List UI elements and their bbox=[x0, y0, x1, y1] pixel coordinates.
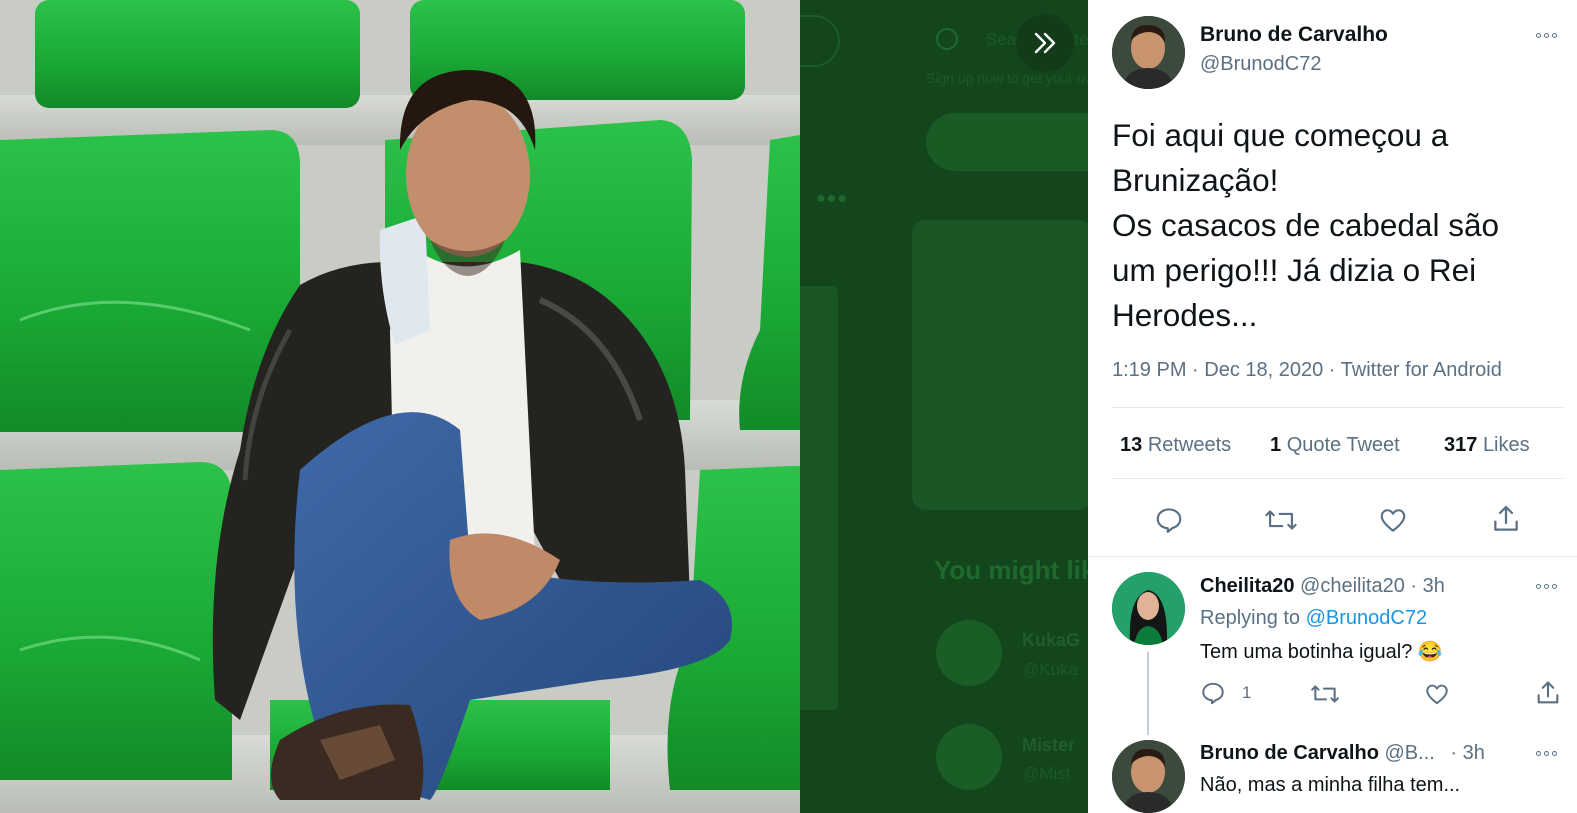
background-search-icon bbox=[936, 28, 958, 50]
tweet-text-line: Brunização! bbox=[1112, 162, 1279, 198]
retweet-icon bbox=[1265, 510, 1297, 530]
avatar[interactable] bbox=[1112, 740, 1185, 813]
share-button[interactable] bbox=[1534, 679, 1562, 707]
background-suggestion-avatar bbox=[936, 724, 1002, 790]
reply-icon bbox=[1202, 682, 1224, 705]
reply-author-handle[interactable]: @B... bbox=[1384, 742, 1434, 764]
reply-time[interactable]: · 3h bbox=[1450, 742, 1484, 764]
tweet-text: Foi aqui que começou a Brunização! Os ca… bbox=[1112, 113, 1562, 338]
author-handle[interactable]: @BrunodC72 bbox=[1200, 53, 1321, 76]
tweet-photo[interactable] bbox=[0, 0, 800, 813]
reply-text: Não, mas a minha filha tem... bbox=[1200, 774, 1461, 796]
reply-author-handle[interactable]: @cheilita20 bbox=[1300, 575, 1405, 597]
tweet-meta[interactable]: 1:19 PM · Dec 18, 2020 · Twitter for And… bbox=[1112, 359, 1502, 382]
tweet-text-line: Foi aqui que começou a bbox=[1112, 117, 1449, 153]
background-dots-icon: ●●● bbox=[816, 190, 848, 207]
retweets-count: 13 bbox=[1120, 434, 1143, 456]
thread-line bbox=[1147, 652, 1149, 735]
reply-header: Bruno de Carvalho @B... · 3h bbox=[1200, 742, 1485, 765]
divider bbox=[1112, 478, 1563, 479]
replying-to-prefix: Replying to bbox=[1200, 607, 1301, 629]
reply-time[interactable]: · 3h bbox=[1410, 575, 1444, 597]
avatar[interactable] bbox=[1112, 16, 1185, 89]
tweet-text-line: Herodes... bbox=[1112, 297, 1258, 333]
twitter-media-viewer: Search Twitter Sign up now to get your o… bbox=[0, 0, 1577, 813]
likes-count: 317 bbox=[1444, 434, 1478, 456]
reply-icon bbox=[1156, 508, 1182, 533]
background-media-left bbox=[800, 286, 838, 710]
retweet-button[interactable] bbox=[1310, 681, 1340, 707]
reply-count: 1 bbox=[1242, 683, 1252, 702]
retweets-label: Retweets bbox=[1147, 434, 1232, 456]
background-section-title: You might like bbox=[934, 555, 1088, 585]
reply-button[interactable] bbox=[1154, 505, 1184, 535]
divider bbox=[1088, 556, 1577, 557]
avatar[interactable] bbox=[1112, 572, 1185, 645]
likes-label: Likes bbox=[1482, 434, 1530, 456]
reply-author-name[interactable]: Bruno de Carvalho bbox=[1200, 742, 1379, 764]
quotes-count: 1 bbox=[1270, 434, 1282, 456]
like-icon bbox=[1380, 509, 1406, 532]
share-icon bbox=[1494, 505, 1518, 531]
quotes-label: Quote Tweet bbox=[1286, 434, 1400, 456]
reply-header: Cheilita20 @cheilita20 · 3h bbox=[1200, 575, 1445, 598]
reply-author-name[interactable]: Cheilita20 bbox=[1200, 575, 1294, 597]
background-banner-text: Sign up now to get your own personalized… bbox=[926, 70, 1088, 86]
background-suggestion-handle: @Kuka bbox=[1022, 660, 1079, 679]
background-suggestion-handle: @Mist bbox=[1022, 764, 1071, 783]
background-suggestion-name: Mister bbox=[1022, 735, 1076, 755]
retweet-button[interactable] bbox=[1264, 505, 1298, 535]
like-button[interactable] bbox=[1424, 681, 1450, 707]
background-suggestion-avatar bbox=[936, 620, 1002, 686]
replying-to-link[interactable]: @BrunodC72 bbox=[1306, 607, 1427, 629]
share-button[interactable] bbox=[1490, 503, 1522, 535]
reply-button[interactable]: 1 bbox=[1200, 680, 1251, 706]
chevrons-right-icon bbox=[1034, 32, 1056, 54]
divider bbox=[1112, 407, 1563, 408]
share-icon bbox=[1537, 681, 1559, 704]
background-header bbox=[800, 15, 840, 67]
retweet-icon bbox=[1311, 685, 1339, 703]
more-options-icon[interactable] bbox=[1536, 751, 1557, 756]
like-icon bbox=[1426, 684, 1448, 705]
more-options-icon[interactable] bbox=[1536, 33, 1557, 38]
background-page: Search Twitter Sign up now to get your o… bbox=[800, 0, 1088, 813]
like-button[interactable] bbox=[1378, 505, 1408, 535]
background-signup-button bbox=[926, 113, 1088, 171]
reply-text: Tem uma botinha igual? 😂 bbox=[1200, 641, 1443, 663]
replying-to: Replying to @BrunodC72 bbox=[1200, 607, 1427, 630]
author-name[interactable]: Bruno de Carvalho bbox=[1200, 23, 1388, 47]
likes-stat[interactable]: 317 Likes bbox=[1444, 434, 1530, 457]
more-options-icon[interactable] bbox=[1536, 584, 1557, 589]
tweet-text-line: um perigo!!! Já dizia o Rei bbox=[1112, 252, 1477, 288]
tweet-detail-panel: Bruno de Carvalho @BrunodC72 Foi aqui qu… bbox=[1088, 0, 1577, 813]
retweets-stat[interactable]: 13 Retweets bbox=[1120, 434, 1231, 457]
background-suggestion-name: KukaG bbox=[1022, 630, 1081, 650]
background-media-thumbnail bbox=[912, 220, 1088, 510]
collapse-panel-button[interactable] bbox=[1016, 14, 1074, 72]
quote-tweets-stat[interactable]: 1 Quote Tweet bbox=[1270, 434, 1400, 457]
tweet-text-line: Os casacos de cabedal são bbox=[1112, 207, 1499, 243]
